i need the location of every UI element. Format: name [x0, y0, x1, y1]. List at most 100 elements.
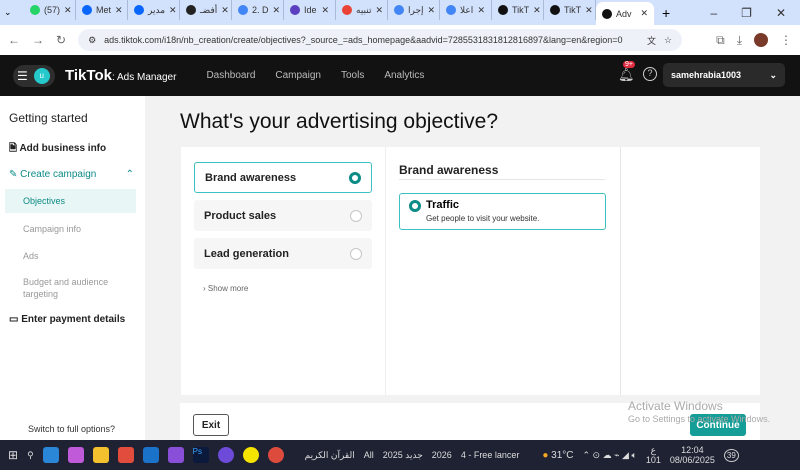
back-button[interactable]: ← [8, 33, 20, 47]
toolbar-quran[interactable]: القرآن الكريم [305, 450, 355, 461]
show-more-link[interactable]: › Show more [203, 284, 248, 293]
nav-campaign[interactable]: Campaign [275, 70, 321, 81]
close-tab-icon[interactable]: ✕ [321, 5, 329, 16]
account-dropdown[interactable]: samehrabia1003 ⌄ [663, 63, 785, 87]
new-tab-button[interactable]: + [662, 5, 670, 21]
clock[interactable]: 12:04 08/06/2025 [670, 445, 715, 465]
sidebar-item-business-info[interactable]: 🗎︎ Add business info [9, 141, 106, 158]
restore-button[interactable]: ❐ [741, 6, 752, 20]
sidebar-item-campaign-info[interactable]: Campaign info [23, 224, 81, 234]
weather[interactable]: ● 31°C [542, 450, 573, 461]
detail-title: Brand awareness [399, 163, 499, 177]
store-icon[interactable] [117, 447, 134, 463]
avatar: u [33, 67, 50, 84]
objective-brand-awareness[interactable]: Brand awareness [194, 162, 372, 193]
bookmark-star-icon[interactable]: ☆ [664, 35, 672, 46]
nav-dashboard[interactable]: Dashboard [206, 70, 255, 81]
browser-tab[interactable]: Ide ✕ [284, 0, 336, 20]
chrome-icon[interactable] [267, 447, 284, 463]
menu-kebab-icon[interactable]: ⋮ [780, 33, 792, 47]
browser-tab[interactable]: 2. D ✕ [232, 0, 284, 20]
toolbar-new2025[interactable]: جديد 2025 [383, 450, 423, 461]
copilot-icon[interactable] [67, 447, 84, 463]
tiktok-logo[interactable]: TikTok: Ads Manager [65, 67, 176, 84]
url-text: ads.tiktok.com/i18n/nb_creation/create/o… [104, 35, 623, 45]
taskbar: ⊞ ⚲ Ps القرآن الكريم All جديد 2025 2026 … [0, 440, 800, 470]
toolbar-freelancer[interactable]: 4 - Free lancer [461, 450, 520, 460]
windows-start-icon[interactable]: ⊞ [8, 448, 18, 462]
sidebar-item-create-campaign[interactable]: ✎ Create campaign ⌃ [9, 169, 134, 180]
forward-button[interactable]: → [32, 33, 44, 47]
browser-tab[interactable]: تنبيه ✕ [336, 0, 388, 20]
close-tab-icon[interactable]: ✕ [375, 5, 383, 16]
photoshop-icon[interactable]: Ps [192, 447, 209, 463]
objective-lead-generation[interactable]: Lead generation [194, 238, 372, 269]
close-tab-icon[interactable]: ✕ [640, 8, 648, 19]
sidebar: Getting started 🗎︎ Add business info ✎ C… [0, 96, 145, 440]
browser-tab[interactable]: مدير ✕ [128, 0, 180, 20]
profile-avatar[interactable] [754, 33, 768, 47]
toolbar-all[interactable]: All [364, 450, 374, 460]
tab-favicon-icon [550, 5, 560, 15]
reload-button[interactable]: ↻ [56, 33, 66, 47]
browser-tab[interactable]: Adv ✕ [596, 2, 654, 25]
m365-icon[interactable] [167, 447, 184, 463]
sidebar-item-payment[interactable]: ▭ Enter payment details [9, 314, 125, 325]
tab-favicon-icon [30, 5, 40, 15]
tab-label: تنبيه [356, 4, 372, 15]
close-tab-icon[interactable]: ✕ [169, 5, 177, 16]
menu-toggle[interactable]: ☰ u [13, 64, 55, 87]
objective-product-sales[interactable]: Product sales [194, 200, 372, 231]
tab-favicon-icon [446, 5, 456, 15]
exit-button[interactable]: Exit [193, 414, 229, 436]
extensions-icon[interactable]: ⧉ [716, 33, 725, 48]
close-tab-icon[interactable]: ✕ [115, 5, 123, 16]
language-indicator[interactable]: ع 101 [646, 445, 661, 465]
close-tab-icon[interactable]: ✕ [273, 5, 281, 16]
tab-label: 2. D [252, 5, 269, 15]
tab-search-button[interactable]: ⌄ [4, 7, 24, 18]
close-tab-icon[interactable]: ✕ [533, 5, 541, 16]
search-icon[interactable]: ⚲ [27, 450, 34, 461]
download-icon[interactable]: ⤓ [737, 33, 742, 48]
site-settings-icon[interactable]: ⚙ [88, 35, 96, 46]
close-tab-icon[interactable]: ✕ [428, 5, 436, 16]
browser-tab[interactable]: إجرا ✕ [388, 0, 440, 20]
browser-tab[interactable]: اعلا ✕ [440, 0, 492, 20]
switch-full-options-link[interactable]: Switch to full options? [28, 424, 115, 434]
edge-icon[interactable] [42, 447, 59, 463]
browser-tab[interactable]: TikT ✕ [544, 0, 596, 20]
sidebar-item-objectives[interactable]: Objectives [5, 189, 136, 213]
translate-icon[interactable]: 文 [647, 34, 656, 47]
snapchat-icon[interactable] [242, 447, 259, 463]
close-tab-icon[interactable]: ✕ [477, 5, 485, 16]
vpn-icon[interactable] [217, 447, 234, 463]
sub-objective-traffic[interactable]: Traffic Get people to visit your website… [399, 193, 606, 230]
file-explorer-icon[interactable] [92, 447, 109, 463]
close-tab-icon[interactable]: ✕ [64, 5, 72, 16]
toolbar-2026[interactable]: 2026 [432, 450, 452, 460]
notification-bell-icon[interactable]: 🔔︎ 9+ [618, 61, 635, 83]
tab-label: إجرا [408, 4, 424, 15]
sidebar-item-budget[interactable]: Budget and audience targeting [23, 276, 123, 300]
close-window-button[interactable]: ✕ [776, 6, 786, 20]
url-field[interactable]: ⚙ ads.tiktok.com/i18n/nb_creation/create… [78, 29, 683, 51]
browser-tab[interactable]: TikT ✕ [492, 0, 544, 20]
tray-icons[interactable]: ⌃ ⊙ ☁ ⌁ ◢ 🔈︎ [583, 450, 637, 461]
outlook-icon[interactable] [142, 447, 159, 463]
browser-tab[interactable]: (57) ✕ [24, 0, 76, 20]
notification-center[interactable]: 39 [723, 448, 739, 462]
radio [350, 247, 362, 260]
objective-card: Brand awareness Product sales Lead gener… [181, 147, 760, 395]
sidebar-item-ads[interactable]: Ads [23, 251, 39, 261]
help-icon[interactable]: ? [643, 67, 657, 81]
nav-tools[interactable]: Tools [341, 70, 364, 81]
close-tab-icon[interactable]: ✕ [585, 5, 593, 16]
minimize-button[interactable]: – [710, 6, 717, 20]
browser-tab[interactable]: Met ✕ [76, 0, 128, 20]
nav-analytics[interactable]: Analytics [384, 70, 424, 81]
browser-tab[interactable]: أفضـ ✕ [180, 0, 232, 20]
tab-favicon-icon [134, 5, 144, 15]
page-title: What's your advertising objective? [180, 110, 498, 133]
close-tab-icon[interactable]: ✕ [221, 5, 229, 16]
